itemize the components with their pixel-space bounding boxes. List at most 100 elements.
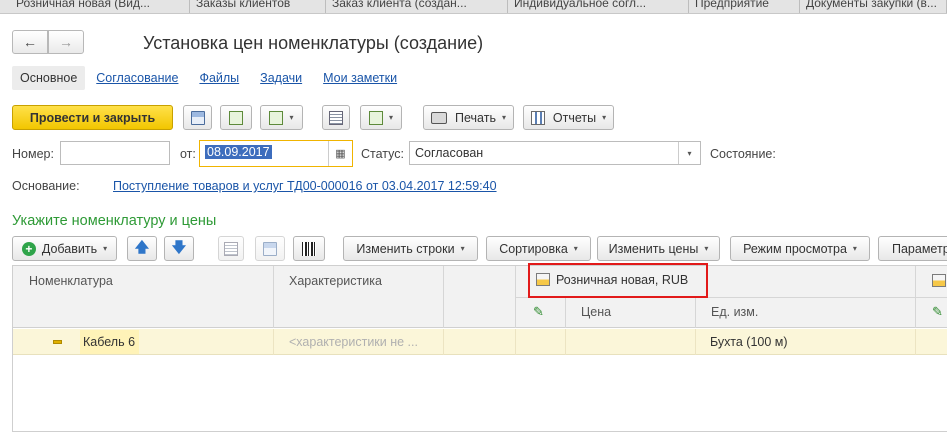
section-tabs: Основное Согласование Файлы Задачи Мои з…: [12, 66, 418, 90]
basis-document-link[interactable]: Поступление товаров и услуг ТД00-000016 …: [113, 179, 497, 193]
status-label: Статус:: [361, 147, 404, 161]
row-unit[interactable]: Бухта (100 м): [710, 335, 788, 349]
sort-button[interactable]: Сортировка ▾: [486, 236, 591, 261]
change-prices-button[interactable]: Изменить цены ▾: [597, 236, 720, 261]
window-tab-agreement[interactable]: Индивидуальное согл...: [508, 0, 689, 13]
arrow-down-icon: 🡇: [171, 238, 187, 255]
column-divider: [443, 266, 444, 328]
tab-notes[interactable]: Мои заметки: [323, 71, 397, 85]
column-characteristic[interactable]: Характеристика: [289, 274, 382, 288]
date-label: от:: [180, 147, 196, 161]
post-and-close-button[interactable]: Провести и закрыть: [12, 105, 173, 130]
sort-label: Сортировка: [499, 241, 568, 256]
column-nomenclature[interactable]: Номенклатура: [29, 274, 113, 288]
window-tab-bar: Розничная новая (Вид... Заказы клиентов …: [0, 0, 947, 14]
chevron-down-icon: ▾: [460, 244, 465, 253]
view-mode-button[interactable]: Режим просмотра ▾: [730, 236, 870, 261]
chevron-down-icon: ▾: [289, 113, 294, 122]
page-title: Установка цен номенклатуры (создание): [143, 33, 484, 53]
chevron-down-icon: ▾: [704, 244, 709, 253]
highlight-frame: [528, 263, 708, 298]
table-header: Номенклатура Характеристика Розничная но…: [13, 266, 947, 328]
save-button[interactable]: [183, 105, 212, 130]
arrow-right-icon: →: [59, 34, 73, 50]
attach-file-button[interactable]: ▾: [360, 105, 402, 130]
edit-pencil-icon[interactable]: ✎: [932, 304, 943, 320]
window-tab-purchase-docs[interactable]: Документы закупки (в...: [800, 0, 947, 13]
chevron-down-icon: ▾: [852, 244, 857, 253]
plus-icon: +: [21, 241, 36, 256]
add-button[interactable]: + Добавить ▾: [12, 236, 117, 261]
table-row[interactable]: Кабель 6 <характеристики не ... Бухта (1…: [13, 329, 947, 355]
number-label: Номер:: [12, 147, 54, 161]
copy-icon: [224, 241, 238, 256]
change-prices-label: Изменить цены: [608, 241, 699, 256]
basis-label: Основание:: [12, 179, 80, 193]
create-based-on-button[interactable]: ▾: [260, 105, 303, 130]
window-tab-order-create[interactable]: Заказ клиента (создан...: [326, 0, 508, 13]
paste-icon: [263, 241, 277, 256]
barcode-button[interactable]: [293, 236, 325, 261]
column-divider: [273, 266, 274, 328]
tab-tasks[interactable]: Задачи: [260, 71, 302, 85]
copy-button[interactable]: [218, 236, 244, 261]
barcode-icon: [302, 241, 316, 256]
window-tab-retail[interactable]: Розничная новая (Вид...: [10, 0, 190, 13]
report-icon: [530, 110, 545, 125]
column-unit[interactable]: Ед. изм.: [711, 305, 758, 319]
chevron-down-icon: ▾: [388, 113, 393, 122]
column-divider: [273, 329, 274, 355]
price-type-icon: [932, 274, 946, 287]
move-down-button[interactable]: 🡇: [164, 236, 194, 261]
edit-pencil-icon[interactable]: ✎: [533, 304, 544, 320]
parameters-button[interactable]: Параметр: [878, 236, 947, 261]
column-divider: [915, 329, 916, 355]
reports-label: Отчеты: [552, 110, 597, 125]
column-divider: [695, 329, 696, 355]
column-divider: [443, 329, 444, 355]
paste-button[interactable]: [255, 236, 285, 261]
tab-files[interactable]: Файлы: [199, 71, 239, 85]
structure-button[interactable]: [322, 105, 350, 130]
column-divider: [695, 297, 696, 328]
save-icon: [190, 110, 205, 125]
calendar-icon[interactable]: ▦: [328, 141, 352, 166]
product-icon: [53, 340, 62, 344]
forward-button[interactable]: →: [48, 30, 84, 54]
window-tab-orders[interactable]: Заказы клиентов: [190, 0, 326, 13]
arrow-left-icon: ←: [23, 34, 37, 50]
row-nomenclature[interactable]: Кабель 6: [83, 335, 135, 349]
window-tab-enterprise[interactable]: Предприятие: [689, 0, 800, 13]
chevron-down-icon: ▾: [573, 244, 578, 253]
create-based-icon: [269, 110, 284, 125]
post-document-icon: [229, 110, 243, 125]
chevron-down-icon[interactable]: ▾: [678, 142, 700, 164]
number-input[interactable]: [60, 141, 170, 165]
date-input[interactable]: 08.09.2017 ▦: [199, 140, 353, 167]
back-button[interactable]: ←: [12, 30, 48, 54]
change-rows-button[interactable]: Изменить строки ▾: [343, 236, 478, 261]
printer-icon: [431, 111, 448, 124]
parameters-label: Параметр: [892, 241, 947, 256]
status-select[interactable]: Согласован ▾: [409, 141, 701, 165]
tab-approval[interactable]: Согласование: [96, 71, 178, 85]
prices-table: Номенклатура Характеристика Розничная но…: [12, 265, 947, 432]
move-up-button[interactable]: 🡅: [127, 236, 157, 261]
state-label: Состояние:: [710, 147, 776, 161]
column-divider: [565, 329, 566, 355]
column-divider: [565, 297, 566, 328]
list-icon: [329, 110, 343, 125]
arrow-up-icon: 🡅: [134, 238, 150, 255]
tab-main[interactable]: Основное: [12, 66, 86, 90]
view-mode-label: Режим просмотра: [743, 241, 847, 256]
column-divider: [915, 266, 916, 328]
chevron-down-icon: ▾: [501, 113, 506, 122]
reports-button[interactable]: Отчеты ▾: [523, 105, 614, 130]
column-price[interactable]: Цена: [581, 305, 611, 319]
row-characteristic[interactable]: <характеристики не ...: [289, 335, 418, 349]
print-button[interactable]: Печать ▾: [423, 105, 514, 130]
print-label: Печать: [455, 110, 496, 125]
column-divider: [515, 329, 516, 355]
post-button[interactable]: [220, 105, 252, 130]
status-value: Согласован: [415, 146, 484, 160]
